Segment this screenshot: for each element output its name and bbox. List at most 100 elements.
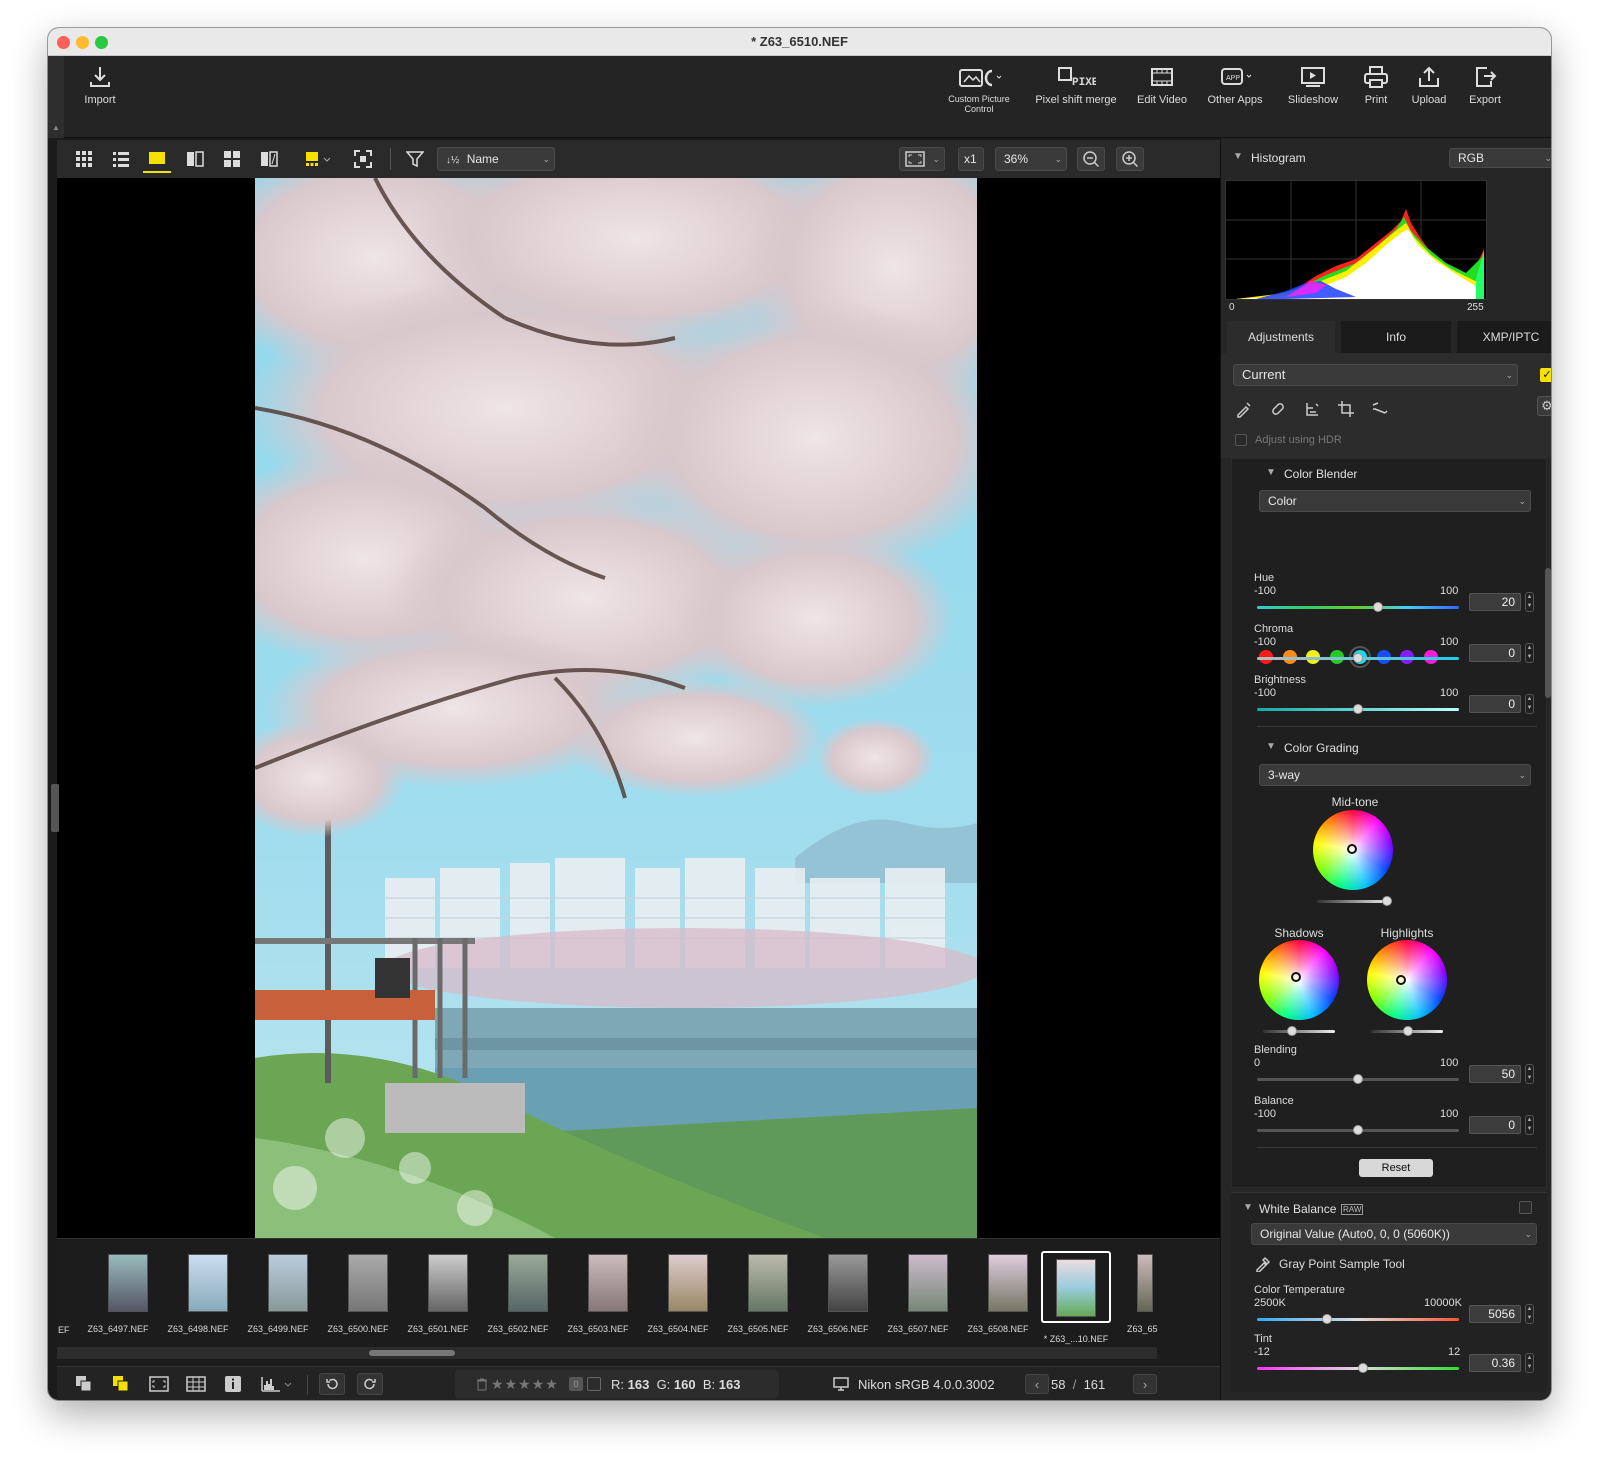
hdr-checkbox[interactable] (1235, 434, 1247, 446)
filmstrip-thumb[interactable]: Z63_6499.NEF (247, 1254, 318, 1334)
tint-value[interactable]: 0.36 (1469, 1354, 1521, 1372)
stack-view-button[interactable] (112, 1374, 130, 1394)
white-balance-checkbox[interactable] (1519, 1201, 1532, 1214)
adjustment-preset-dropdown[interactable]: Current ⌄ (1233, 364, 1518, 386)
filmstrip-thumb[interactable]: Z63_6505.NEF (727, 1254, 798, 1334)
panel-scrollbar[interactable] (1545, 568, 1551, 698)
hue-slider-track[interactable] (1257, 606, 1459, 609)
other-apps-button[interactable]: APP Other Apps (1202, 62, 1268, 106)
color-grading-mode-dropdown[interactable]: 3-way ⌄ (1259, 764, 1531, 786)
print-button[interactable]: Print (1354, 62, 1398, 106)
filmstrip-thumb[interactable]: Z63_65 (1127, 1254, 1167, 1334)
gear-icon[interactable]: ⚙ (1537, 396, 1551, 416)
zoom-in-button[interactable] (1116, 147, 1144, 171)
blending-stepper[interactable]: ▲ ▼ (1525, 1064, 1534, 1084)
next-image-button[interactable]: › (1133, 1374, 1157, 1394)
sort-order-dropdown[interactable]: ↓½ Name ⌄ (437, 147, 555, 171)
custom-picture-control-button[interactable]: Custom Picture Control (941, 62, 1017, 114)
tab-info[interactable]: Info (1341, 321, 1451, 353)
edit-video-button[interactable]: Edit Video (1132, 62, 1192, 106)
filmstrip-thumb[interactable]: Z63_6502.NEF (487, 1254, 558, 1334)
previous-image-button[interactable]: ‹ (1025, 1374, 1049, 1394)
white-balance-dropdown[interactable]: Original Value (Auto0, 0, 0 (5060K)) ⌄ (1251, 1223, 1537, 1245)
upload-button[interactable]: Upload (1404, 62, 1454, 106)
filmstrip-thumb[interactable]: Z63_6498.NEF (167, 1254, 238, 1334)
highlights-level-knob[interactable] (1403, 1026, 1413, 1036)
filmstrip-thumb[interactable]: Z63_6500.NEF (327, 1254, 398, 1334)
crop-icon[interactable] (1337, 400, 1355, 423)
tab-xmp-iptc[interactable]: XMP/IPTC (1457, 321, 1551, 353)
label-icon[interactable]: 0 (569, 1377, 583, 1391)
filmstrip-thumb[interactable]: Z63_6504.NEF (647, 1254, 718, 1334)
gray-point-tool-label[interactable]: Gray Point Sample Tool (1279, 1257, 1405, 1271)
shadows-color-wheel[interactable] (1259, 940, 1339, 1020)
apply-adjustments-checkbox[interactable]: ✓ (1540, 368, 1551, 382)
rotate-right-button[interactable] (357, 1373, 383, 1395)
filmstrip-thumb[interactable]: Z63_6506.NEF (807, 1254, 878, 1334)
hue-value[interactable]: 20 (1469, 593, 1521, 611)
slideshow-button[interactable]: Slideshow (1284, 62, 1342, 106)
compare-2-view-button[interactable] (183, 148, 207, 170)
color-blender-mode-dropdown[interactable]: Color ⌄ (1259, 490, 1531, 512)
balance-stepper[interactable]: ▲ ▼ (1525, 1115, 1534, 1135)
filmstrip-thumb[interactable]: Z63_6497.NEF (87, 1254, 158, 1334)
thumbnail-grid-view-button[interactable] (72, 148, 96, 170)
filmstrip-scrollbar[interactable] (57, 1347, 1157, 1359)
tint-slider-knob[interactable] (1358, 1363, 1368, 1373)
layers-button[interactable] (75, 1374, 93, 1394)
zoom-out-button[interactable] (1077, 147, 1105, 171)
toolbar-collapse-handle[interactable]: ▲ (48, 56, 64, 138)
tint-stepper[interactable]: ▲ ▼ (1525, 1353, 1534, 1373)
full-screen-button[interactable] (351, 148, 375, 170)
list-view-button[interactable] (109, 148, 133, 170)
healing-bandage-icon[interactable] (1269, 400, 1287, 423)
histogram-channel-dropdown[interactable]: RGB ⌄ (1449, 148, 1551, 168)
reset-button[interactable]: Reset (1359, 1159, 1433, 1177)
fit-screen-dropdown[interactable]: ⌄ (899, 147, 945, 171)
grid-overlay-button[interactable] (186, 1374, 206, 1394)
blending-value[interactable]: 50 (1469, 1065, 1521, 1083)
brightness-stepper[interactable]: ▲ ▼ (1525, 694, 1534, 714)
pixel-shift-merge-button[interactable]: PIXEL Pixel shift merge (1032, 62, 1120, 106)
midtone-level-knob[interactable] (1382, 896, 1392, 906)
eyedropper-icon[interactable] (1255, 1256, 1271, 1277)
collapse-triangle-icon[interactable]: ▼ (1233, 151, 1243, 162)
magnification-button[interactable]: x1 (958, 147, 984, 171)
close-window-button[interactable] (57, 36, 70, 49)
single-image-view-button[interactable] (143, 145, 171, 173)
balance-slider-knob[interactable] (1353, 1125, 1363, 1135)
histogram-overlay-dropdown[interactable] (260, 1374, 294, 1394)
chroma-stepper[interactable]: ▲ ▼ (1525, 643, 1534, 663)
perspective-icon[interactable] (1371, 400, 1389, 423)
filter-button[interactable] (403, 148, 427, 170)
shadows-picker[interactable] (1291, 972, 1301, 982)
color-temp-slider-knob[interactable] (1322, 1314, 1332, 1324)
color-temp-slider-track[interactable] (1257, 1318, 1459, 1321)
filmstrip-thumb[interactable]: Z63_6508.NEF (967, 1254, 1038, 1334)
star-rating[interactable]: ★★★★★ (491, 1374, 559, 1394)
highlights-color-wheel[interactable] (1367, 940, 1447, 1020)
compare-4-view-button[interactable] (220, 148, 244, 170)
zoom-window-button[interactable] (95, 36, 108, 49)
straighten-icon[interactable] (1303, 400, 1321, 423)
zoom-dropdown[interactable]: 36% ⌄ (995, 147, 1067, 171)
shadows-level-track[interactable] (1263, 1030, 1335, 1033)
minimize-window-button[interactable] (76, 36, 89, 49)
midtone-color-wheel[interactable] (1313, 810, 1393, 890)
collapse-triangle-icon[interactable]: ▼ (1243, 1202, 1253, 1213)
rotate-left-button[interactable] (319, 1373, 345, 1395)
shadows-level-knob[interactable] (1287, 1026, 1297, 1036)
balance-value[interactable]: 0 (1469, 1116, 1521, 1134)
display-mode-dropdown[interactable] (302, 148, 336, 170)
protect-icon[interactable] (587, 1377, 601, 1391)
blending-slider-knob[interactable] (1353, 1074, 1363, 1084)
chroma-value[interactable]: 0 (1469, 644, 1521, 662)
retouch-brush-icon[interactable] (1235, 400, 1253, 423)
color-temp-value[interactable]: 5056 (1469, 1305, 1521, 1323)
hue-stepper[interactable]: ▲ ▼ (1525, 592, 1534, 612)
filmstrip-thumb-selected[interactable]: * Z63_...10.NEF (1041, 1251, 1111, 1344)
trash-icon[interactable] (477, 1374, 487, 1394)
brightness-value[interactable]: 0 (1469, 695, 1521, 713)
collapse-triangle-icon[interactable]: ▼ (1266, 467, 1276, 478)
filmstrip-scroll-thumb[interactable] (369, 1350, 455, 1356)
